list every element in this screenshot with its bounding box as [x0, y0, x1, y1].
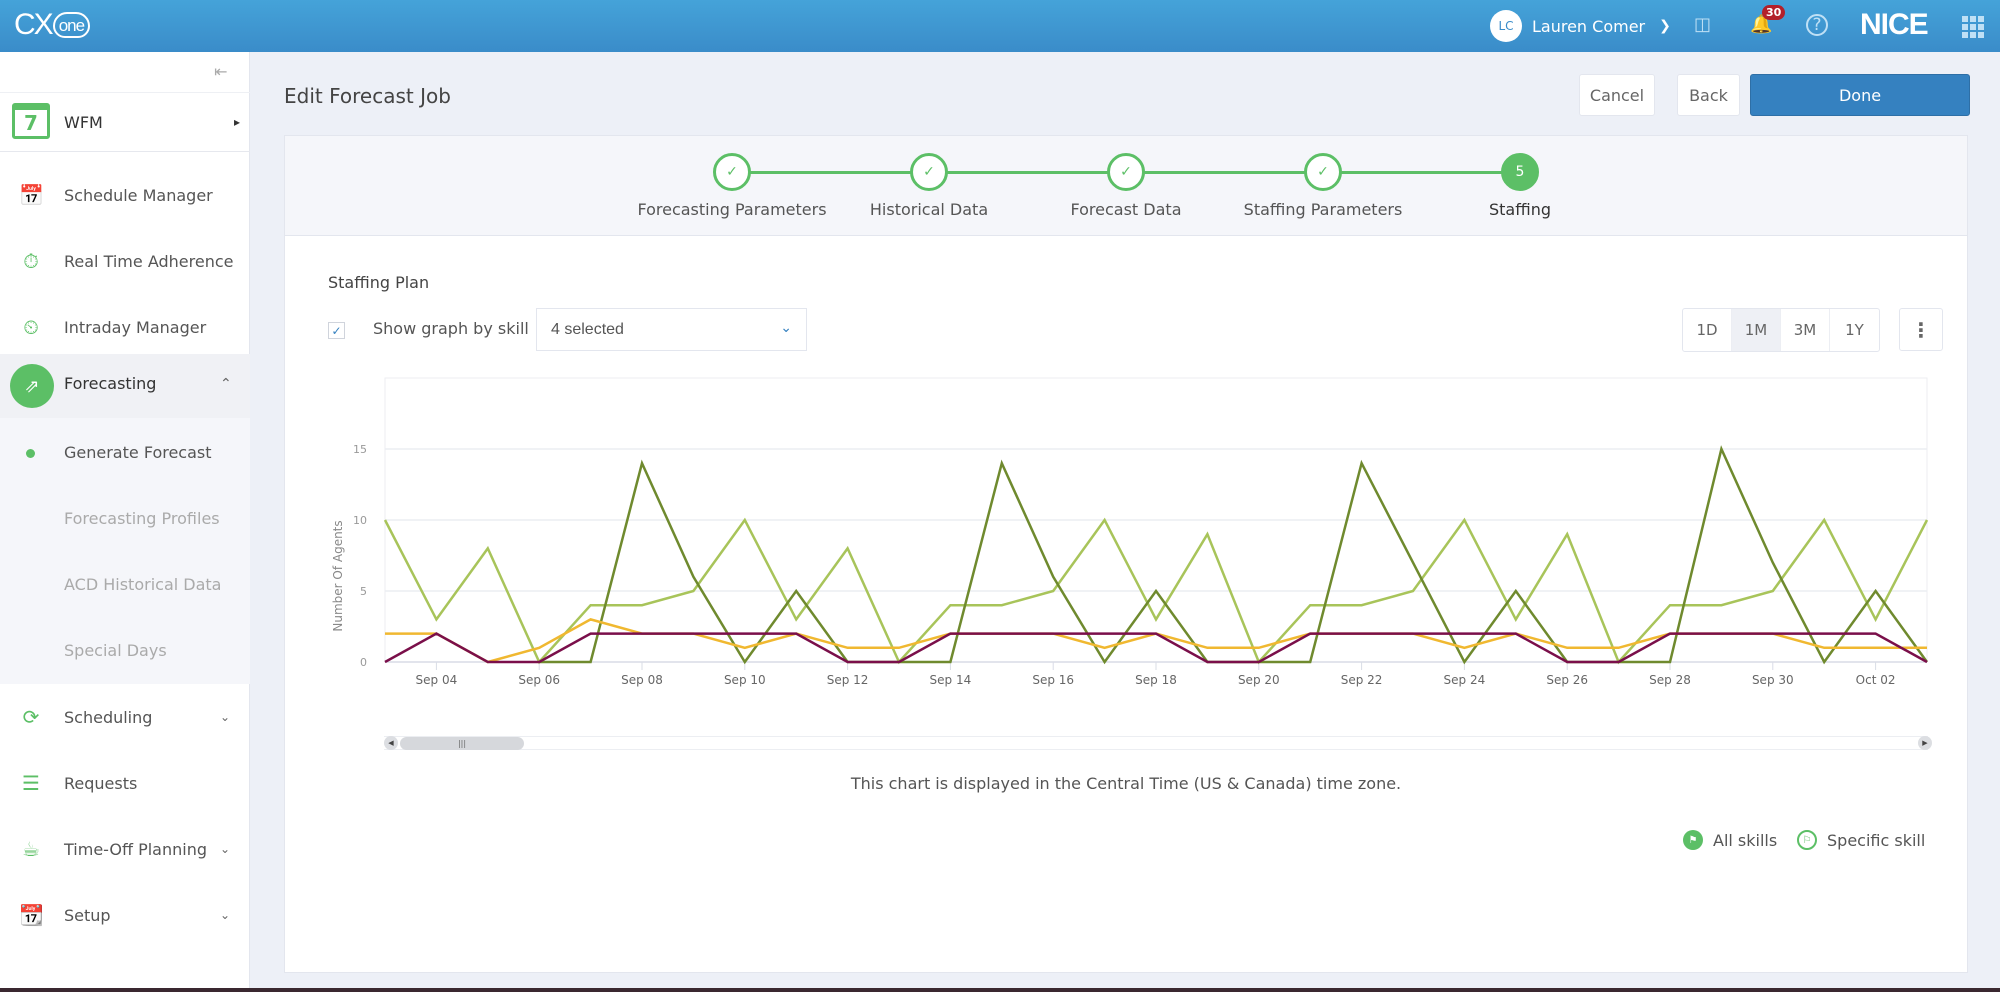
- chevron-up-icon: ⌃: [220, 376, 232, 392]
- flag-filled-icon: ⚑: [1683, 830, 1703, 850]
- calendar-star-icon: 📅: [19, 183, 44, 207]
- done-button[interactable]: Done: [1750, 74, 1970, 116]
- series-line-skill-d[interactable]: [384, 632, 1928, 664]
- chevron-down-icon: ❯: [1659, 18, 1671, 34]
- x-tick-label: Sep 10: [724, 673, 766, 687]
- cancel-button[interactable]: Cancel: [1579, 74, 1655, 116]
- sidebar-item-intraday-manager[interactable]: ⏲ Intraday Manager: [0, 294, 250, 360]
- help-icon[interactable]: ?: [1806, 14, 1828, 36]
- module-switcher-wfm[interactable]: 7 WFM ▸: [0, 92, 250, 152]
- stopwatch-wave-icon: ⏲: [23, 315, 39, 339]
- flag-outline-icon: ⚐: [1797, 830, 1817, 850]
- sidebar-item-time-off-planning[interactable]: ☕ Time-Off Planning ⌄: [0, 816, 250, 882]
- x-tick-label: Sep 14: [930, 673, 972, 687]
- x-tick-label: Sep 16: [1032, 673, 1074, 687]
- x-tick-label: Sep 26: [1546, 673, 1588, 687]
- x-tick-label: Sep 06: [518, 673, 560, 687]
- window-bottom-edge: [0, 988, 2000, 992]
- stopwatch-icon: ⏱: [23, 249, 39, 273]
- checklist-icon: ☰: [22, 771, 40, 795]
- y-axis-label: Number Of Agents: [331, 520, 345, 631]
- timezone-note: This chart is displayed in the Central T…: [850, 774, 1402, 793]
- sidebar-item-forecasting[interactable]: ⇗ Forecasting ⌃: [0, 354, 250, 418]
- y-tick-label: 5: [360, 585, 367, 598]
- chevron-down-icon: ⌄: [220, 710, 231, 724]
- sidebar: ⇤ 7 WFM ▸ 📅 Schedule Manager ⏱ Real Time…: [0, 52, 250, 988]
- x-tick-label: Oct 02: [1856, 673, 1896, 687]
- forecasting-icon: ⇗: [10, 364, 54, 408]
- scroll-left-icon[interactable]: ◀: [384, 736, 398, 750]
- series-line-skill-c[interactable]: [385, 618, 1927, 664]
- forecast-job-card: ✓ ✓ ✓ ✓ 5 Forecasting Parameters Histori…: [284, 135, 1968, 973]
- calendar-wrench-icon: 📆: [19, 903, 44, 927]
- sidebar-item-schedule-manager[interactable]: 📅 Schedule Manager: [0, 162, 250, 228]
- user-name: Lauren Comer: [1532, 16, 1646, 36]
- sidebar-subitem-forecasting-profiles[interactable]: Forecasting Profiles: [64, 509, 220, 528]
- sidebar-item-real-time-adherence[interactable]: ⏱ Real Time Adherence: [0, 228, 250, 294]
- scroll-thumb[interactable]: |||: [400, 737, 524, 750]
- chevron-down-icon: ⌄: [220, 908, 231, 922]
- staffing-chart: 0 5 10 15 Sep 04 Sep 06 Sep 08 Sep 10 Sep 12 Sep…: [331, 377, 1929, 687]
- page-title: Edit Forecast Job: [284, 84, 451, 108]
- chevron-down-icon: ⌄: [220, 842, 231, 856]
- x-tick-label: Sep 24: [1444, 673, 1486, 687]
- scroll-right-icon[interactable]: ▶: [1918, 736, 1932, 750]
- notification-badge: 30: [1762, 5, 1786, 20]
- back-button[interactable]: Back: [1677, 74, 1740, 116]
- sidebar-subitem-generate-forecast[interactable]: Generate Forecast: [64, 443, 212, 462]
- legend-all-skills[interactable]: ⚑ All skills: [1683, 830, 1777, 850]
- coffee-cup-icon: ☕: [22, 837, 40, 861]
- x-tick-label: Sep 20: [1238, 673, 1280, 687]
- app-grid-icon[interactable]: [1962, 16, 1984, 38]
- y-tick-label: 0: [360, 656, 367, 669]
- chart-horizontal-scrollbar[interactable]: ◀ ||| ▶: [384, 736, 1932, 750]
- sidebar-subitem-special-days[interactable]: Special Days: [64, 641, 167, 660]
- sidebar-subitem-acd-historical-data[interactable]: ACD Historical Data: [64, 575, 221, 594]
- forecasting-group: ⇗ Forecasting ⌃ Generate Forecast Foreca…: [0, 354, 250, 684]
- presentation-board-icon[interactable]: ◫: [1694, 14, 1711, 35]
- x-tick-label: Sep 30: [1752, 673, 1794, 687]
- collapse-sidebar-icon[interactable]: ⇤: [214, 62, 227, 81]
- cxone-logo[interactable]: CX one: [14, 8, 91, 42]
- y-tick-label: 15: [353, 443, 367, 456]
- caret-right-icon: ▸: [234, 115, 241, 129]
- x-tick-label: Sep 22: [1341, 673, 1383, 687]
- legend-specific-skill[interactable]: ⚐ Specific skill: [1797, 830, 1925, 850]
- calendar-7-icon: 7: [12, 103, 50, 139]
- top-bar: CX one LC Lauren Comer ❯ ◫ 🔔 30 ? NICE: [0, 0, 2000, 52]
- refresh-icon: ⟳: [22, 705, 40, 729]
- sidebar-item-setup[interactable]: 📆 Setup ⌄: [0, 882, 250, 948]
- sidebar-item-scheduling[interactable]: ⟳ Scheduling ⌄: [0, 684, 250, 750]
- avatar: LC: [1490, 10, 1522, 42]
- y-tick-label: 10: [353, 514, 367, 527]
- user-menu[interactable]: LC Lauren Comer ❯: [1490, 10, 1671, 42]
- x-tick-label: Sep 18: [1135, 673, 1177, 687]
- active-dot-icon: [26, 449, 35, 458]
- sidebar-item-requests[interactable]: ☰ Requests: [0, 750, 250, 816]
- series-line-skill-b[interactable]: [539, 445, 1929, 665]
- x-tick-label: Sep 04: [416, 673, 458, 687]
- x-tick-label: Sep 28: [1649, 673, 1691, 687]
- x-tick-label: Sep 08: [621, 673, 663, 687]
- nice-logo: NICE: [1860, 8, 1929, 41]
- x-tick-label: Sep 12: [827, 673, 869, 687]
